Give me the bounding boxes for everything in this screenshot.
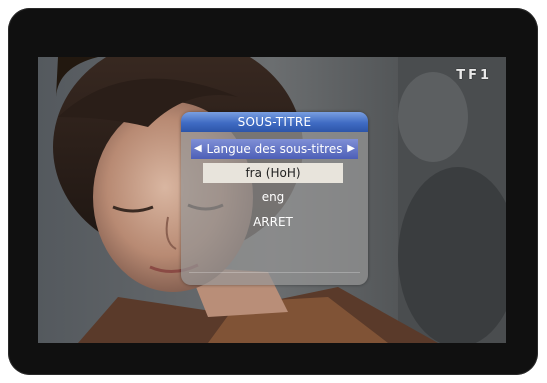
subtitle-option-fra-hoh[interactable]: fra (HoH)	[203, 163, 343, 183]
subtitle-option-eng[interactable]: eng	[203, 187, 343, 207]
subtitle-language-selector[interactable]: ◀ Langue des sous-titres ▶	[191, 139, 358, 159]
subtitle-language-label: Langue des sous-titres	[206, 142, 343, 156]
channel-logo: TF1	[456, 68, 492, 83]
arrow-right-icon[interactable]: ▶	[347, 139, 355, 159]
subtitle-option-off[interactable]: ARRET	[203, 212, 343, 232]
arrow-left-icon[interactable]: ◀	[194, 139, 202, 159]
menu-divider	[189, 272, 360, 273]
subtitle-menu-panel: SOUS-TITRE ◀ Langue des sous-titres ▶ fr…	[181, 112, 368, 285]
subtitle-menu-title: SOUS-TITRE	[181, 112, 368, 132]
